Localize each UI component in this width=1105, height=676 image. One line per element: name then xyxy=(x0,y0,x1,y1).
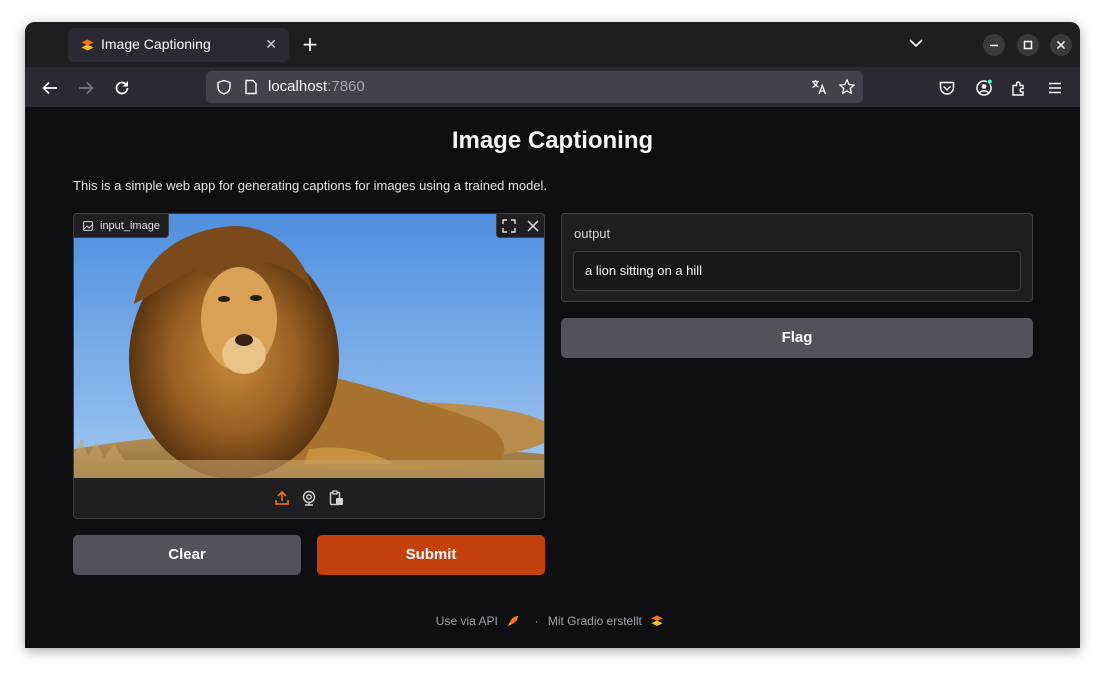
image-tools xyxy=(496,214,544,238)
window-maximize-button[interactable] xyxy=(1017,34,1039,56)
clipboard-paste-icon[interactable] xyxy=(328,490,344,506)
image-input-label-text: input_image xyxy=(100,220,160,232)
extensions-icon[interactable] xyxy=(1010,79,1028,97)
image-input-label: input_image xyxy=(74,214,169,238)
list-tabs-chevron-icon[interactable] xyxy=(909,38,923,48)
url-port: :7860 xyxy=(327,78,365,95)
close-icon xyxy=(1056,40,1066,50)
url-host: localhost xyxy=(268,78,328,95)
gradio-page: Image Captioning This is a simple web ap… xyxy=(25,107,1080,648)
tab-strip: Image Captioning ✕ + xyxy=(25,22,1080,67)
minimize-icon xyxy=(990,44,998,47)
output-panel: output a lion sitting on a hill xyxy=(561,213,1033,302)
forward-arrow-icon[interactable] xyxy=(77,79,95,97)
window-close-button[interactable] xyxy=(1050,34,1072,56)
output-value: a lion sitting on a hill xyxy=(585,263,703,278)
shield-icon[interactable] xyxy=(216,79,232,95)
tab-title: Image Captioning xyxy=(101,36,211,52)
clear-image-close-icon[interactable] xyxy=(526,219,540,233)
flag-button[interactable]: Flag xyxy=(561,318,1033,358)
page-title: Image Captioning xyxy=(451,127,654,154)
gradio-favicon-icon xyxy=(81,39,94,51)
submit-button[interactable]: Submit xyxy=(317,535,545,575)
new-tab-button[interactable]: + xyxy=(301,33,319,55)
footer-separator: · xyxy=(534,613,539,628)
navigation-bar: localhost:7860 xyxy=(25,67,1080,107)
gradio-logo-icon xyxy=(651,615,663,626)
image-input-panel: input_image xyxy=(73,213,545,519)
gradio-link[interactable]: Mit Gradio erstellt xyxy=(548,614,642,628)
output-textbox[interactable]: a lion sitting on a hill xyxy=(573,251,1021,291)
webcam-icon[interactable] xyxy=(301,490,317,506)
account-icon[interactable] xyxy=(975,79,993,97)
url-bar[interactable]: localhost:7860 xyxy=(206,71,863,103)
image-icon xyxy=(83,221,93,231)
uploaded-image-preview[interactable] xyxy=(74,214,544,478)
page-description: This is a simple web app for generating … xyxy=(73,178,548,193)
translate-icon[interactable] xyxy=(810,78,828,96)
rocket-icon xyxy=(508,615,519,626)
image-source-toolbar xyxy=(74,478,544,518)
page-info-icon[interactable] xyxy=(243,79,259,95)
reload-icon[interactable] xyxy=(113,79,131,97)
maximize-icon xyxy=(1023,40,1033,50)
use-via-api-link[interactable]: Use via API xyxy=(436,614,498,628)
bookmark-star-icon[interactable] xyxy=(838,78,856,96)
clear-button[interactable]: Clear xyxy=(73,535,301,575)
browser-window: Image Captioning ✕ + localhost:7860 Imag… xyxy=(25,22,1080,648)
lion-photo xyxy=(74,214,544,478)
footer: Use via API · Mit Gradio erstellt xyxy=(25,613,1080,628)
pocket-icon[interactable] xyxy=(938,79,956,97)
hamburger-menu-icon[interactable] xyxy=(1046,79,1064,97)
fullscreen-icon[interactable] xyxy=(502,219,516,233)
url-text: localhost:7860 xyxy=(268,78,365,95)
output-label: output xyxy=(574,226,611,241)
tab-close-icon[interactable]: ✕ xyxy=(265,37,277,53)
back-arrow-icon[interactable] xyxy=(41,79,59,97)
window-minimize-button[interactable] xyxy=(983,34,1005,56)
upload-icon[interactable] xyxy=(274,490,290,506)
tab-image-captioning[interactable]: Image Captioning ✕ xyxy=(68,28,289,62)
